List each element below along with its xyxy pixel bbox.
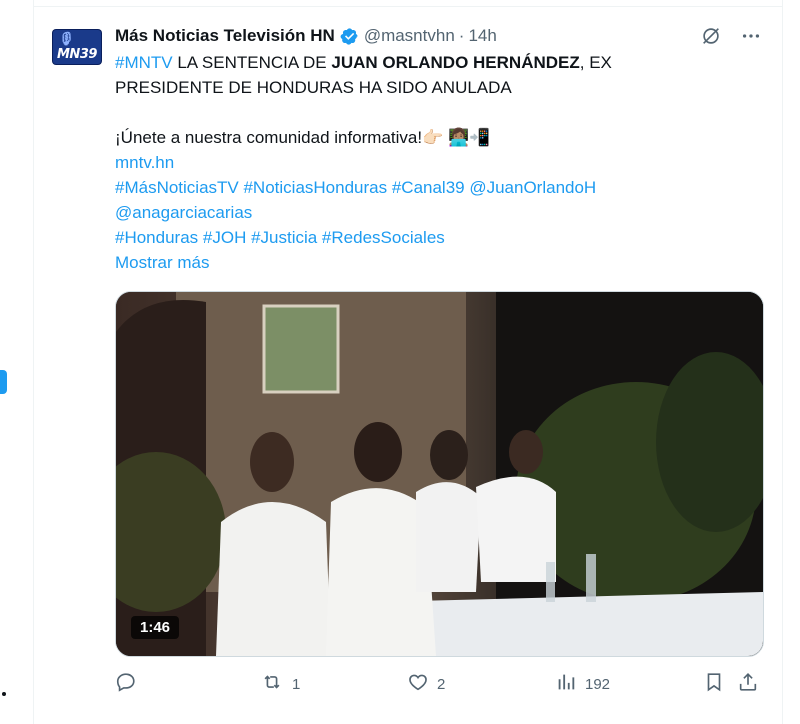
tweet-card[interactable]: 🎙MN39 Más Noticias Televisión HN @masntv… [33,0,783,724]
text-line1-b: , EX [579,53,612,72]
header-actions [700,22,762,50]
tweet-header: Más Noticias Televisión HN @masntvhn · 1… [115,22,762,50]
video-duration: 1:46 [131,616,180,639]
side-dot [2,692,6,696]
tweet-actions: 1 2 192 [115,672,762,696]
timestamp[interactable]: 14h [468,26,496,46]
views-button[interactable]: 192 [555,672,610,696]
verified-badge-icon [340,27,359,46]
like-button[interactable]: 2 [407,672,445,696]
grok-icon[interactable] [700,25,722,47]
display-name[interactable]: Más Noticias Televisión HN [115,26,335,46]
bookmark-button[interactable] [703,672,725,696]
text-line1-a: LA SENTENCIA DE [172,53,332,72]
reply-button[interactable] [115,672,145,696]
text-line1-bold: JUAN ORLANDO HERNÁNDEZ [331,53,580,72]
divider [34,6,782,7]
reply-icon [115,671,137,697]
retweet-button[interactable]: 1 [260,672,300,696]
views-icon [555,671,577,697]
avatar[interactable]: 🎙MN39 [53,30,101,64]
show-more-link[interactable]: Mostrar más [115,250,755,275]
handle[interactable]: @masntvhn [364,26,455,46]
views-count: 192 [585,675,611,693]
tags-line3[interactable]: #Honduras #JOH #Justicia #RedesSociales [115,225,755,250]
like-icon [407,671,429,697]
tags-line2[interactable]: @anagarciacarias [115,200,755,225]
left-strip [0,0,33,724]
text-line3: ¡Únete a nuestra comunidad informativa!👉… [115,128,491,147]
separator: · [458,26,465,45]
avatar-logo: 🎙MN39 [53,30,101,64]
video-player[interactable]: 1:46 [115,291,764,657]
side-tab-indicator[interactable] [0,370,7,394]
text-line2: PRESIDENTE DE HONDURAS HA SIDO ANULADA [115,78,512,97]
hashtag-mntv[interactable]: #MNTV [115,53,173,72]
share-icon [737,671,759,697]
share-button[interactable] [737,672,759,696]
retweet-count: 1 [292,675,301,693]
like-count: 2 [437,675,446,693]
tweet-text: #MNTV LA SENTENCIA DE JUAN ORLANDO HERNÁ… [115,50,755,275]
video-frame [116,292,763,656]
link[interactable]: mntv.hn [115,150,755,175]
tags-line1[interactable]: #MásNoticiasTV #NoticiasHonduras #Canal3… [115,175,755,200]
bookmark-icon [703,671,725,697]
more-icon[interactable] [740,25,762,47]
retweet-icon [260,671,284,697]
